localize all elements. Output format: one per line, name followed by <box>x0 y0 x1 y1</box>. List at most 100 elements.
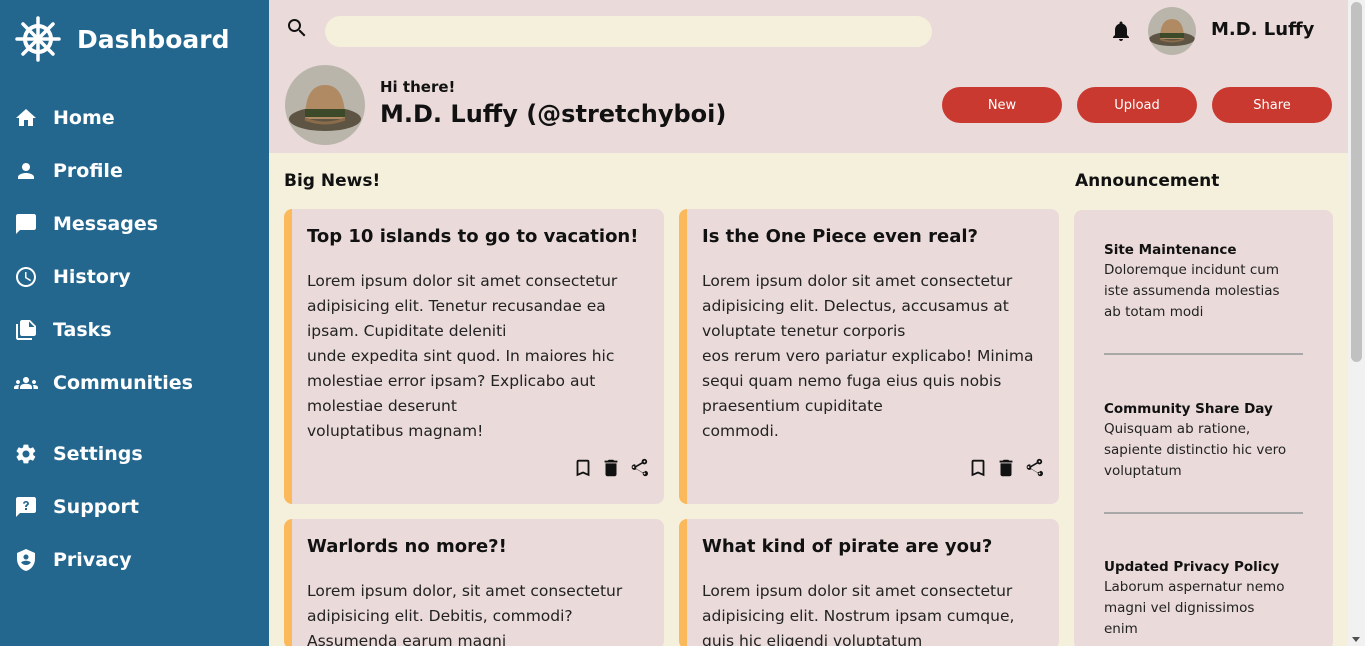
trash-icon[interactable] <box>995 457 1017 479</box>
search-icon[interactable] <box>285 16 309 40</box>
news-card-title: Is the One Piece even real? <box>702 226 978 247</box>
help-bubble-icon <box>16 497 36 517</box>
brand[interactable]: Dashboard <box>14 15 229 63</box>
news-card: Top 10 islands to go to vacation! Lorem … <box>284 209 664 504</box>
announcement-divider <box>1104 512 1303 514</box>
news-card-line: adipisicing elit. Tenetur recusandae ea <box>307 297 606 315</box>
group-icon <box>14 377 38 389</box>
avatar-hat-image <box>1148 7 1196 55</box>
news-card: Warlords no more?! Lorem ipsum dolor, si… <box>284 519 664 646</box>
announcement-line: Laborum aspernatur nemo <box>1104 579 1285 595</box>
card-actions <box>572 457 650 479</box>
share-button[interactable]: Share <box>1212 87 1332 123</box>
search-input[interactable] <box>325 16 932 47</box>
header: M.D. Luffy Hi there! M.D. Luffy (@stretc… <box>269 0 1348 153</box>
news-card-line: Lorem ipsum dolor sit amet consectetur <box>702 582 1013 600</box>
announcement-title: Site Maintenance <box>1104 242 1237 258</box>
sidebar-item-support[interactable]: Support <box>14 495 139 519</box>
announcement-line: sapiente distinctio hic vero <box>1104 442 1287 458</box>
news-card-body: Lorem ipsum dolor, sit amet consectetur … <box>307 579 652 646</box>
avatar[interactable] <box>1148 7 1196 55</box>
sidebar-item-privacy[interactable]: Privacy <box>14 548 132 572</box>
bookmark-icon[interactable] <box>967 457 989 479</box>
sidebar-item-settings[interactable]: Settings <box>14 442 143 466</box>
main-content: M.D. Luffy Hi there! M.D. Luffy (@stretc… <box>269 0 1348 646</box>
news-card-line: Lorem ipsum dolor sit amet consectetur <box>307 272 618 290</box>
news-card-line: voluptate tenetur corporis <box>702 322 906 340</box>
sidebar-item-history[interactable]: History <box>14 265 131 289</box>
news-card-line: Lorem ipsum dolor, sit amet consectetur <box>307 582 623 600</box>
user-handle: M.D. Luffy (@stretchyboi) <box>380 100 727 128</box>
person-icon <box>18 163 34 179</box>
announcement-divider <box>1104 353 1303 355</box>
new-button[interactable]: New <box>942 87 1062 123</box>
announcement-title: Updated Privacy Policy <box>1104 559 1280 575</box>
announcement-section-title: Announcement <box>1075 171 1220 191</box>
sidebar-item-label: Communities <box>53 372 193 394</box>
news-card-body: Lorem ipsum dolor sit amet consectetur a… <box>307 269 652 444</box>
bell-icon[interactable] <box>1109 19 1133 43</box>
news-card-line: adipisicing elit. Nostrum ipsam cumque, <box>702 607 1015 625</box>
news-card-line: ipsam. Cupiditate deleniti <box>307 322 507 340</box>
announcement-item: Community Share Day Quisquam ab ratione,… <box>1104 399 1309 482</box>
news-card-line: Assumenda earum magni <box>307 632 507 646</box>
news-card-line: eos rerum vero pariatur explicabo! Minim… <box>702 347 1034 365</box>
clock-icon <box>16 267 36 287</box>
announcement-line: Quisquam ab ratione, <box>1104 421 1251 437</box>
news-card-line: commodi. <box>702 422 779 440</box>
profile-avatar <box>285 65 365 145</box>
home-icon <box>16 109 36 126</box>
gear-icon <box>16 444 36 464</box>
news-card-line: voluptatibus magnam! <box>307 422 484 440</box>
sidebar-item-tasks[interactable]: Tasks <box>14 318 112 342</box>
scroll-down-arrow-icon[interactable] <box>1352 637 1360 642</box>
sidebar-item-label: Tasks <box>53 319 112 341</box>
announcement-item: Updated Privacy Policy Laborum aspernatu… <box>1104 557 1309 640</box>
trash-icon[interactable] <box>600 457 622 479</box>
news-card-title: Top 10 islands to go to vacation! <box>307 226 639 247</box>
share-icon[interactable] <box>628 457 650 479</box>
sidebar-item-label: Privacy <box>53 549 132 571</box>
sidebar: Dashboard Home Profile Messages History … <box>0 0 269 646</box>
announcement-item: Site Maintenance Doloremque incidunt cum… <box>1104 240 1309 323</box>
news-card-line: adipisicing elit. Delectus, accusamus at <box>702 297 1009 315</box>
upload-button[interactable]: Upload <box>1077 87 1197 123</box>
announcement-panel: Site Maintenance Doloremque incidunt cum… <box>1074 210 1333 646</box>
card-actions <box>967 457 1045 479</box>
news-section-title: Big News! <box>284 171 381 191</box>
news-card: Is the One Piece even real? Lorem ipsum … <box>679 209 1059 504</box>
sidebar-item-label: Messages <box>53 213 159 235</box>
news-card-line: molestiae error ipsam? Explicabo aut <box>307 372 596 390</box>
news-card-line: Lorem ipsum dolor sit amet consectetur <box>702 272 1013 290</box>
sidebar-item-communities[interactable]: Communities <box>14 371 193 395</box>
shield-icon <box>17 549 35 571</box>
announcement-title: Community Share Day <box>1104 401 1273 417</box>
news-card-line: sequi quam nemo fuga eius quis nobis <box>702 372 1002 390</box>
brand-title: Dashboard <box>77 24 230 54</box>
news-card-body: Lorem ipsum dolor sit amet consectetur a… <box>702 269 1047 444</box>
sidebar-item-messages[interactable]: Messages <box>14 212 158 236</box>
news-card-title: What kind of pirate are you? <box>702 536 993 557</box>
news-card-line: molestiae deserunt <box>307 397 457 415</box>
sidebar-item-home[interactable]: Home <box>14 106 115 130</box>
news-card-title: Warlords no more?! <box>307 536 507 557</box>
news-card-line: praesentium cupiditate <box>702 397 883 415</box>
chat-icon <box>16 214 36 234</box>
news-card-body: Lorem ipsum dolor sit amet consectetur a… <box>702 579 1047 646</box>
sidebar-item-profile[interactable]: Profile <box>14 159 123 183</box>
scrollbar-thumb[interactable] <box>1351 2 1362 362</box>
announcement-line: magni vel dignissimos <box>1104 600 1255 616</box>
greeting: Hi there! <box>380 78 456 96</box>
news-card-line: quis hic eligendi voluptatum <box>702 632 923 646</box>
profile-hat-image <box>285 65 365 145</box>
announcement-line: voluptatum <box>1104 463 1182 479</box>
news-card-line: adipisicing elit. Debitis, commodi? <box>307 607 573 625</box>
news-card: What kind of pirate are you? Lorem ipsum… <box>679 519 1059 646</box>
documents-icon <box>16 320 36 340</box>
bookmark-icon[interactable] <box>572 457 594 479</box>
news-card-line: unde expedita sint quod. In maiores hic <box>307 347 615 365</box>
scrollbar[interactable] <box>1348 0 1365 646</box>
sidebar-item-label: Support <box>53 496 139 518</box>
share-icon[interactable] <box>1023 457 1045 479</box>
announcement-line: Doloremque incidunt cum <box>1104 262 1279 278</box>
